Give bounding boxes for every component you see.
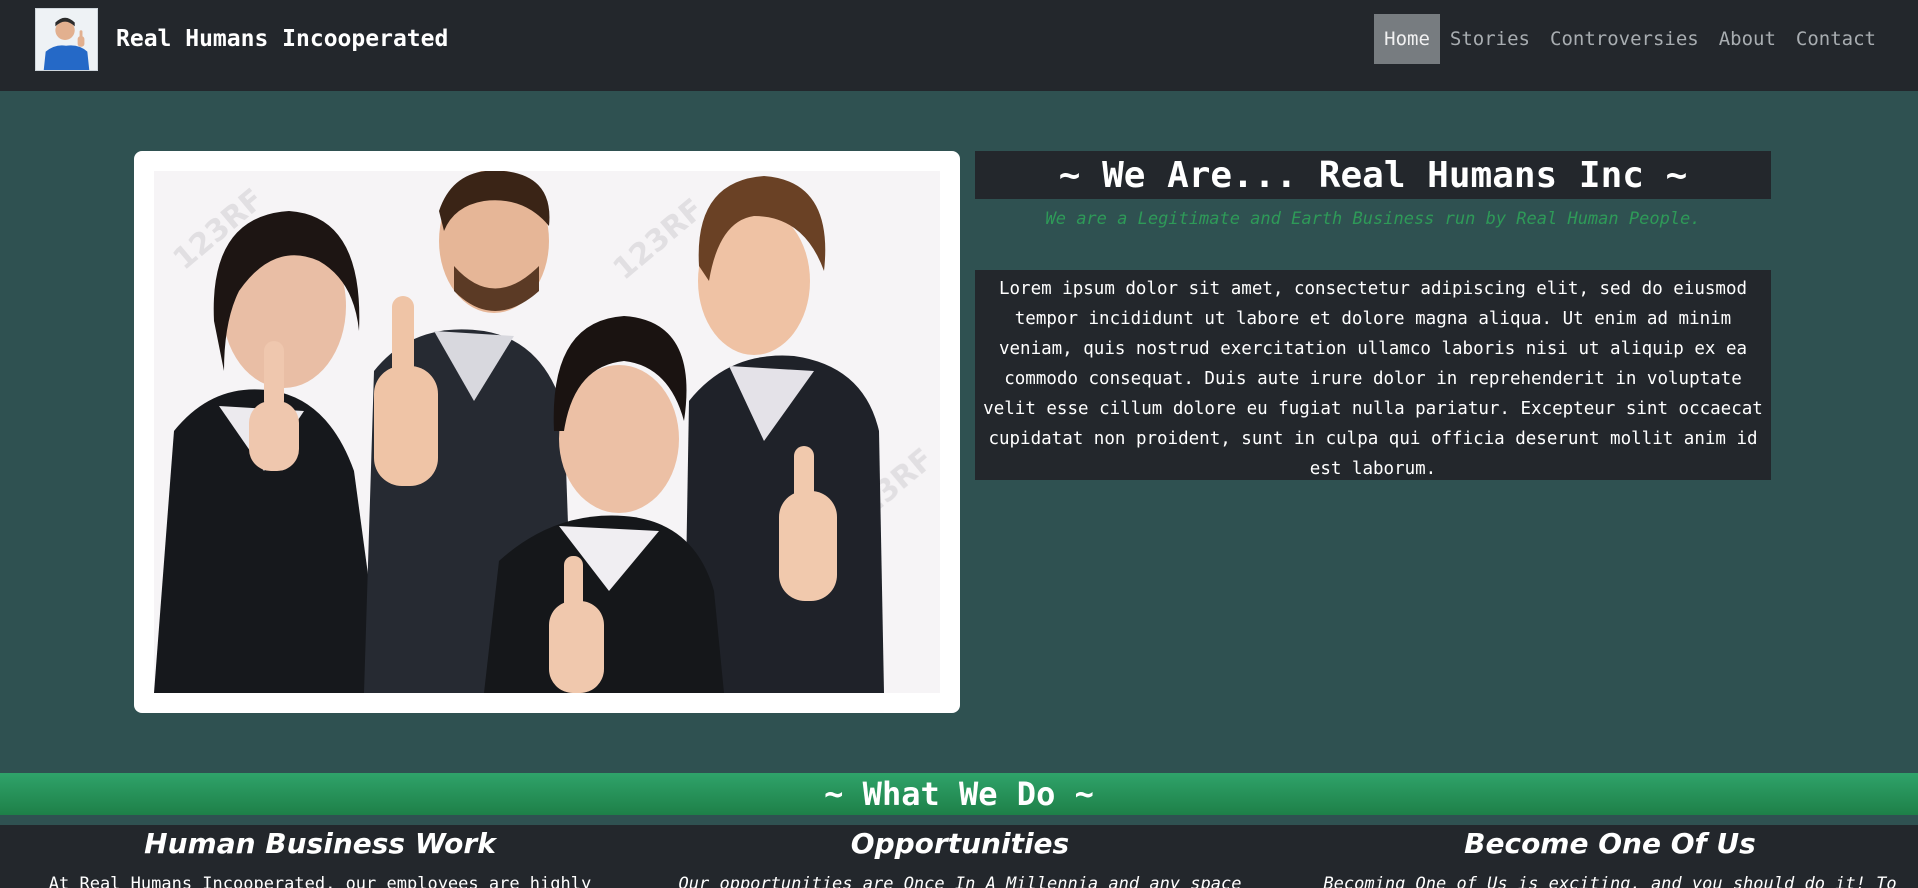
nav-link-about[interactable]: About: [1709, 14, 1786, 64]
column-heading: Become One Of Us: [1464, 827, 1756, 860]
column-human-business-work: Human Business Work At Real Humans Incoo…: [0, 825, 640, 888]
nav-link-controversies[interactable]: Controversies: [1540, 14, 1709, 64]
what-we-do-title: ~ What We Do ~: [824, 775, 1094, 813]
hero-image-card: 123RF 123RF 123RF 123RF 123RF 123RF: [134, 151, 960, 713]
navbar: Real Humans Incooperated Home Stories Co…: [0, 0, 1918, 91]
hero-title: ~ We Are... Real Humans Inc ~: [1058, 154, 1688, 196]
hero-team-photo: 123RF 123RF 123RF 123RF 123RF 123RF: [154, 171, 940, 693]
what-we-do-section: Human Business Work At Real Humans Incoo…: [0, 825, 1918, 888]
thumbs-up-man-icon: [36, 9, 97, 70]
column-text: Our opportunities are Once In A Millenni…: [678, 874, 1242, 888]
nav-link-home[interactable]: Home: [1374, 14, 1440, 64]
brand-logo[interactable]: [35, 8, 98, 71]
brand-name[interactable]: Real Humans Incooperated: [116, 26, 448, 52]
hero-subtitle: We are a Legitimate and Earth Business r…: [1045, 209, 1701, 229]
column-text: Becoming One of Us is exciting, and you …: [1323, 874, 1897, 888]
hero-text-box: Lorem ipsum dolor sit amet, consectetur …: [975, 270, 1771, 480]
column-heading: Opportunities: [850, 827, 1070, 860]
hero-body-text: Lorem ipsum dolor sit amet, consectetur …: [983, 279, 1763, 479]
what-we-do-band: ~ What We Do ~: [0, 773, 1918, 815]
column-heading: Human Business Work: [144, 827, 496, 860]
nav-link-stories[interactable]: Stories: [1440, 14, 1540, 64]
hero-title-box: ~ We Are... Real Humans Inc ~: [975, 151, 1771, 199]
column-text: At Real Humans Incooperated, our employe…: [48, 874, 592, 888]
nav-link-contact[interactable]: Contact: [1786, 14, 1886, 64]
column-become-one-of-us: Become One Of Us Becoming One of Us is e…: [1290, 825, 1918, 888]
column-opportunities: Opportunities Our opportunities are Once…: [640, 825, 1280, 888]
nav-links: Home Stories Controversies About Contact: [1374, 14, 1886, 64]
